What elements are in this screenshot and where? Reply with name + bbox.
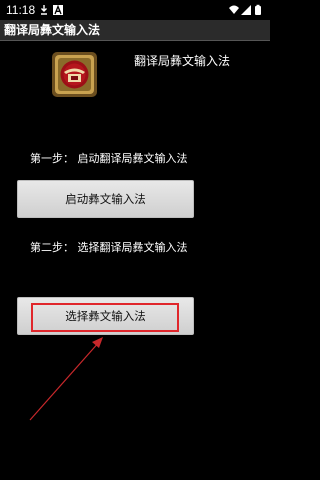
pointer-arrow: [29, 337, 103, 421]
